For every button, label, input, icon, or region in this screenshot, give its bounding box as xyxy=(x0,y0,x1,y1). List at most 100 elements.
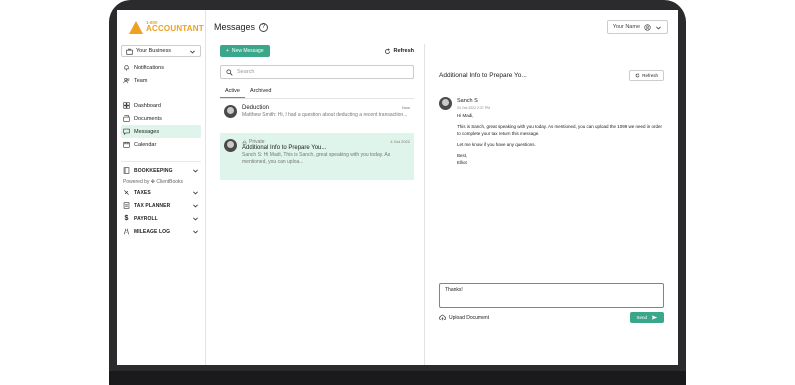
cloud-upload-icon xyxy=(439,314,446,321)
section-label: PAYROLL xyxy=(134,215,158,222)
section-label: BOOKKEEPING xyxy=(134,167,173,174)
thread-preview: Matthew Smith: Hi, I had a question abou… xyxy=(242,112,408,118)
thread-subject: Additional Info to Prepare You... xyxy=(242,145,327,151)
sidebar-section-tax-planner[interactable]: TAX PLANNER xyxy=(121,199,201,212)
chevron-down-icon xyxy=(656,26,661,29)
sidebar-item-calendar[interactable]: Calendar xyxy=(121,138,201,151)
message-greeting: Hi Madi, xyxy=(457,112,474,118)
app-screen: 1-800 ACCOUNTANT Your Business Notificat… xyxy=(117,10,678,365)
new-message-label: New Message xyxy=(231,48,264,54)
page-title: Messages xyxy=(214,22,256,32)
message-signoff-1: Best, xyxy=(457,152,468,158)
sidebar-item-label: Documents xyxy=(134,115,162,122)
documents-icon xyxy=(123,115,130,122)
lock-icon xyxy=(242,140,247,145)
help-icon[interactable]: ? xyxy=(259,22,269,32)
refresh-label: Refresh xyxy=(642,72,658,78)
send-button[interactable]: Send xyxy=(630,312,664,323)
sidebar-section-bookkeeping[interactable]: BOOKKEEPING xyxy=(121,164,201,177)
search-input[interactable]: Search xyxy=(220,65,414,79)
top-bar: Messages ? Your Name xyxy=(206,10,678,44)
sidebar-item-documents[interactable]: Documents xyxy=(121,112,201,125)
thread-date: 4 Oct 2022 xyxy=(390,139,410,144)
message-item: Sanch S 04 Oct 2022 2:37 PM Hi Madi, Thi… xyxy=(439,97,664,167)
nav-main: Dashboard Documents Messages Calendar xyxy=(121,99,201,151)
sidebar-section-mileage-log[interactable]: MILEAGE LOG xyxy=(121,225,201,238)
team-icon xyxy=(123,78,130,84)
chevron-down-icon xyxy=(193,169,198,173)
send-icon xyxy=(651,315,658,320)
message-detail-pane: Additional Info to Prepare Yo... Refresh… xyxy=(425,44,678,365)
message-sender: Sanch S xyxy=(457,98,478,104)
upload-document-button[interactable]: Upload Document xyxy=(439,314,489,321)
reply-composer: Thanks! Upload Document Send xyxy=(439,283,664,323)
sidebar-item-label: Messages xyxy=(134,128,160,135)
chevron-down-icon xyxy=(193,204,198,208)
tab-archived[interactable]: Archived xyxy=(245,84,276,98)
dollar-icon: $ xyxy=(124,215,129,222)
sidebar-item-notifications[interactable]: Notifications xyxy=(121,61,201,74)
chevron-down-icon xyxy=(193,191,198,195)
chevron-down-icon xyxy=(193,230,198,234)
tab-active[interactable]: Active xyxy=(220,84,245,98)
conversation-title: Additional Info to Prepare Yo... xyxy=(439,71,527,79)
reply-input[interactable]: Thanks! xyxy=(439,283,664,308)
business-selector[interactable]: Your Business xyxy=(121,45,201,57)
sidebar-item-label: Team xyxy=(134,77,148,84)
sidebar-item-dashboard[interactable]: Dashboard xyxy=(121,99,201,112)
message-date: 04 Oct 2022 2:37 PM xyxy=(457,105,491,110)
sidebar-item-label: Dashboard xyxy=(134,102,161,109)
sidebar-item-messages[interactable]: Messages xyxy=(121,125,201,138)
message-body-2: Let me know if you have any questions. xyxy=(457,141,536,147)
plus-icon: + xyxy=(226,48,229,54)
section-label: TAX PLANNER xyxy=(134,202,171,209)
send-label: Send xyxy=(636,315,647,320)
sidebar-section-payroll[interactable]: $ PAYROLL xyxy=(121,212,201,225)
message-signoff-2: Elliot xyxy=(457,159,467,165)
detail-refresh-button[interactable]: Refresh xyxy=(629,69,664,81)
refresh-button[interactable]: Refresh xyxy=(384,47,414,55)
mileage-icon xyxy=(124,228,129,235)
refresh-label: Refresh xyxy=(393,48,414,54)
calendar-icon xyxy=(123,141,130,148)
refresh-icon xyxy=(635,72,640,77)
thread-tabs: Active Archived xyxy=(220,84,414,99)
user-name: Your Name xyxy=(612,24,640,30)
brand-logo[interactable]: 1-800 ACCOUNTANT xyxy=(121,16,204,38)
thread-subject: Deduction xyxy=(242,105,270,111)
avatar xyxy=(224,105,237,118)
chevron-down-icon xyxy=(193,217,198,221)
avatar xyxy=(224,139,237,152)
sidebar: 1-800 ACCOUNTANT Your Business Notificat… xyxy=(117,10,206,365)
search-icon xyxy=(226,68,233,76)
sidebar-item-team[interactable]: Team xyxy=(121,74,201,87)
book-icon xyxy=(123,167,130,174)
briefcase-icon xyxy=(126,48,133,55)
dashboard-icon xyxy=(123,102,130,109)
new-message-button[interactable]: + New Message xyxy=(220,45,270,57)
avatar xyxy=(439,97,452,110)
thread-item-deduction[interactable]: Deduction Now Matthew Smith: Hi, I had a… xyxy=(220,99,414,133)
search-placeholder: Search xyxy=(237,69,255,75)
sidebar-section-taxes[interactable]: TAXES xyxy=(121,186,201,199)
main-area: Messages ? Your Name + New Message Refre… xyxy=(206,10,678,365)
nav-top: Notifications Team xyxy=(121,61,201,87)
sidebar-item-label: Calendar xyxy=(134,141,157,148)
upload-label: Upload Document xyxy=(449,314,490,321)
powered-by-label: Powered by ✤ ClientBooks xyxy=(123,178,184,185)
user-avatar-icon xyxy=(644,23,651,31)
bell-icon xyxy=(124,65,129,71)
business-label: Your Business xyxy=(136,48,171,54)
sidebar-item-label: Notifications xyxy=(134,64,164,71)
user-menu[interactable]: Your Name xyxy=(606,20,668,34)
logo-triangle-icon xyxy=(129,20,143,34)
thread-item-additional-info[interactable]: Private 4 Oct 2022 Additional Info to Pr… xyxy=(220,133,414,180)
chevron-down-icon xyxy=(190,50,195,53)
section-label: TAXES xyxy=(134,189,151,196)
planner-icon xyxy=(123,202,130,209)
message-body-1: This is Sanch, great speaking with you t… xyxy=(457,123,663,136)
messages-icon xyxy=(123,128,130,135)
refresh-icon xyxy=(384,47,390,54)
section-label: MILEAGE LOG xyxy=(134,228,171,235)
thread-list-pane: + New Message Refresh Search Active Arch… xyxy=(206,44,425,365)
